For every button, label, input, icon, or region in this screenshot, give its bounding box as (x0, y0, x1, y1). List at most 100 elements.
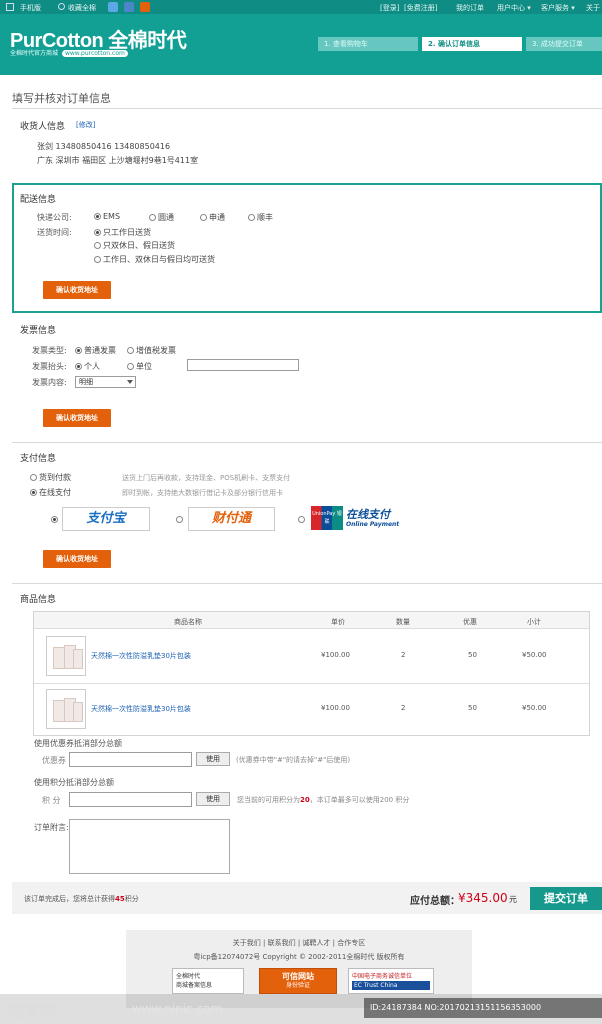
delivery-time-label: 送货时间: (37, 228, 72, 237)
delivery-time-anytime-label: 工作日、双休日与假日均可送货 (103, 255, 215, 264)
trusted-site-badge[interactable]: 可信网站 身份验证 (259, 968, 337, 994)
points-earned-pre: 该订单完成后，您将总计获得 (24, 895, 115, 903)
points-use-button[interactable]: 使用 (196, 792, 230, 806)
register-link[interactable]: [免费注册] (404, 3, 437, 13)
submit-order-button[interactable]: 提交订单 (530, 887, 602, 910)
remark-textarea[interactable] (69, 819, 230, 874)
alipay-logo[interactable]: 支付宝 (62, 507, 150, 531)
table-row: 天然棉一次性防溢乳垫30片包装 ¥100.00 2 50 ¥50.00 (34, 684, 589, 736)
invoice-type-normal-label: 普通发票 (84, 346, 116, 355)
product-thumbnail[interactable] (46, 636, 86, 676)
user-center-menu[interactable]: 用户中心 ▾ (497, 3, 531, 13)
my-orders-link[interactable]: 我的订单 (456, 3, 484, 13)
radio-icon[interactable] (30, 474, 37, 481)
tenpay-radio[interactable] (176, 515, 185, 524)
top-bar: 手机版 收藏全棉 [登录] [免费注册] 我的订单 用户中心 ▾ 客户服务 ▾ … (0, 0, 602, 14)
col-discount: 优惠 (463, 618, 477, 626)
col-name: 商品名称 (174, 618, 202, 626)
invoice-head-personal[interactable]: 个人 (75, 361, 100, 372)
coupon-use-button[interactable]: 使用 (196, 752, 230, 766)
radio-icon[interactable] (94, 256, 101, 263)
rss-icon[interactable] (140, 2, 150, 12)
courier-label-yuantong: 圆通 (158, 213, 174, 222)
points-input[interactable] (69, 792, 192, 807)
invoice-head-company[interactable]: 单位 (127, 361, 152, 372)
mobile-link[interactable]: 手机版 (20, 3, 41, 13)
radio-icon[interactable] (94, 242, 101, 249)
radio-icon[interactable] (30, 489, 37, 496)
points-label: 积 分 (42, 796, 61, 805)
product-name-link[interactable]: 天然棉一次性防溢乳垫30片包装 (91, 704, 191, 714)
invoice-confirm-button[interactable]: 确认收货地址 (43, 409, 111, 427)
invoice-company-input[interactable] (187, 359, 299, 371)
payment-title: 支付信息 (20, 454, 57, 464)
invoice-head-personal-label: 个人 (84, 362, 100, 371)
courier-label-ems: EMS (103, 212, 121, 221)
tenpay-logo[interactable]: 财付通 (188, 507, 275, 531)
step-view-cart: 1. 查看购物车 (318, 37, 418, 51)
product-thumbnail[interactable] (46, 689, 86, 729)
delivery-time-weekends[interactable]: 只双休日、假日送货 (94, 240, 175, 251)
unionpay-radio[interactable] (298, 515, 307, 524)
courier-option-yuantong[interactable]: 圆通 (149, 212, 174, 223)
courier-label-shunfeng: 顺丰 (257, 213, 273, 222)
invoice-type-normal[interactable]: 普通发票 (75, 345, 116, 356)
about-link[interactable]: 关于 (586, 3, 600, 13)
unionpay-icon[interactable]: UnionPay 银联 (311, 506, 343, 530)
payment-option-cod[interactable]: 货到付款 (30, 472, 71, 483)
watermark-url: www.nipic.com (132, 1002, 223, 1016)
coupon-input[interactable] (69, 752, 192, 767)
radio-icon[interactable] (149, 214, 156, 221)
customer-service-menu[interactable]: 客户服务 ▾ (541, 3, 575, 13)
receiver-edit-link[interactable]: [修改] (76, 120, 95, 130)
points-earned-post: 积分 (124, 895, 139, 903)
product-qty: 2 (401, 651, 406, 659)
product-name-link[interactable]: 天然棉一次性防溢乳垫30片包装 (91, 651, 191, 661)
total-unit: 元 (509, 895, 517, 904)
radio-icon[interactable] (75, 363, 82, 370)
remark-label: 订单附言: (34, 823, 69, 832)
coupon-label: 优惠券 (42, 756, 66, 765)
table-row: 天然棉一次性防溢乳垫30片包装 ¥100.00 2 50 ¥50.00 (34, 631, 589, 683)
radio-icon[interactable] (298, 516, 305, 523)
product-qty: 2 (401, 704, 406, 712)
radio-icon[interactable] (75, 347, 82, 354)
delivery-title: 配送信息 (20, 195, 57, 205)
courier-option-ems[interactable]: EMS (94, 212, 120, 221)
record-badge[interactable]: 全棉时代 商城备案信息 (172, 968, 244, 994)
alipay-radio[interactable] (51, 515, 60, 524)
ec-trust-title: 中国电子商务诚信单位 (352, 973, 413, 980)
page-title: 填写并核对订单信息 (12, 92, 111, 105)
courier-option-shunfeng[interactable]: 顺丰 (248, 212, 273, 223)
radio-icon[interactable] (94, 229, 101, 236)
radio-icon[interactable] (127, 363, 134, 370)
confirm-address-button[interactable]: 确认收货地址 (43, 281, 111, 299)
unionpay-title: 在线支付 (346, 508, 390, 521)
invoice-type-vat[interactable]: 增值税发票 (127, 345, 176, 356)
qq-icon[interactable] (124, 2, 134, 12)
radio-icon[interactable] (248, 214, 255, 221)
courier-option-shentong[interactable]: 申通 (200, 212, 225, 223)
payment-option-online[interactable]: 在线支付 (30, 487, 71, 498)
invoice-head-label: 发票抬头: (32, 362, 67, 371)
delivery-time-anytime[interactable]: 工作日、双休日与假日均可送货 (94, 254, 215, 265)
courier-label-shentong: 申通 (209, 213, 225, 222)
favorite-link[interactable]: 收藏全棉 (68, 3, 96, 13)
trusted-site-sub: 身份验证 (285, 982, 310, 989)
footer-links[interactable]: 关于我们 | 联系我们 | 诚聘人才 | 合作专区 (126, 938, 472, 948)
radio-icon[interactable] (127, 347, 134, 354)
step-confirm-order: 2. 确认订单信息 (422, 37, 522, 51)
invoice-content-select[interactable]: 明细 (75, 376, 136, 388)
delivery-time-workdays[interactable]: 只工作日送货 (94, 227, 151, 238)
radio-icon[interactable] (176, 516, 183, 523)
total-amount: ¥345.00 (458, 891, 508, 905)
payment-confirm-button[interactable]: 确认收货地址 (43, 550, 111, 568)
sina-weibo-icon[interactable] (108, 2, 118, 12)
radio-icon[interactable] (94, 213, 101, 220)
ec-trust-badge[interactable]: 中国电子商务诚信单位 EC Trust China (348, 968, 434, 994)
divider (12, 108, 602, 109)
delivery-time-workdays-label: 只工作日送货 (103, 228, 151, 237)
radio-icon[interactable] (200, 214, 207, 221)
login-link[interactable]: [登录] (380, 3, 399, 13)
radio-icon[interactable] (51, 516, 58, 523)
